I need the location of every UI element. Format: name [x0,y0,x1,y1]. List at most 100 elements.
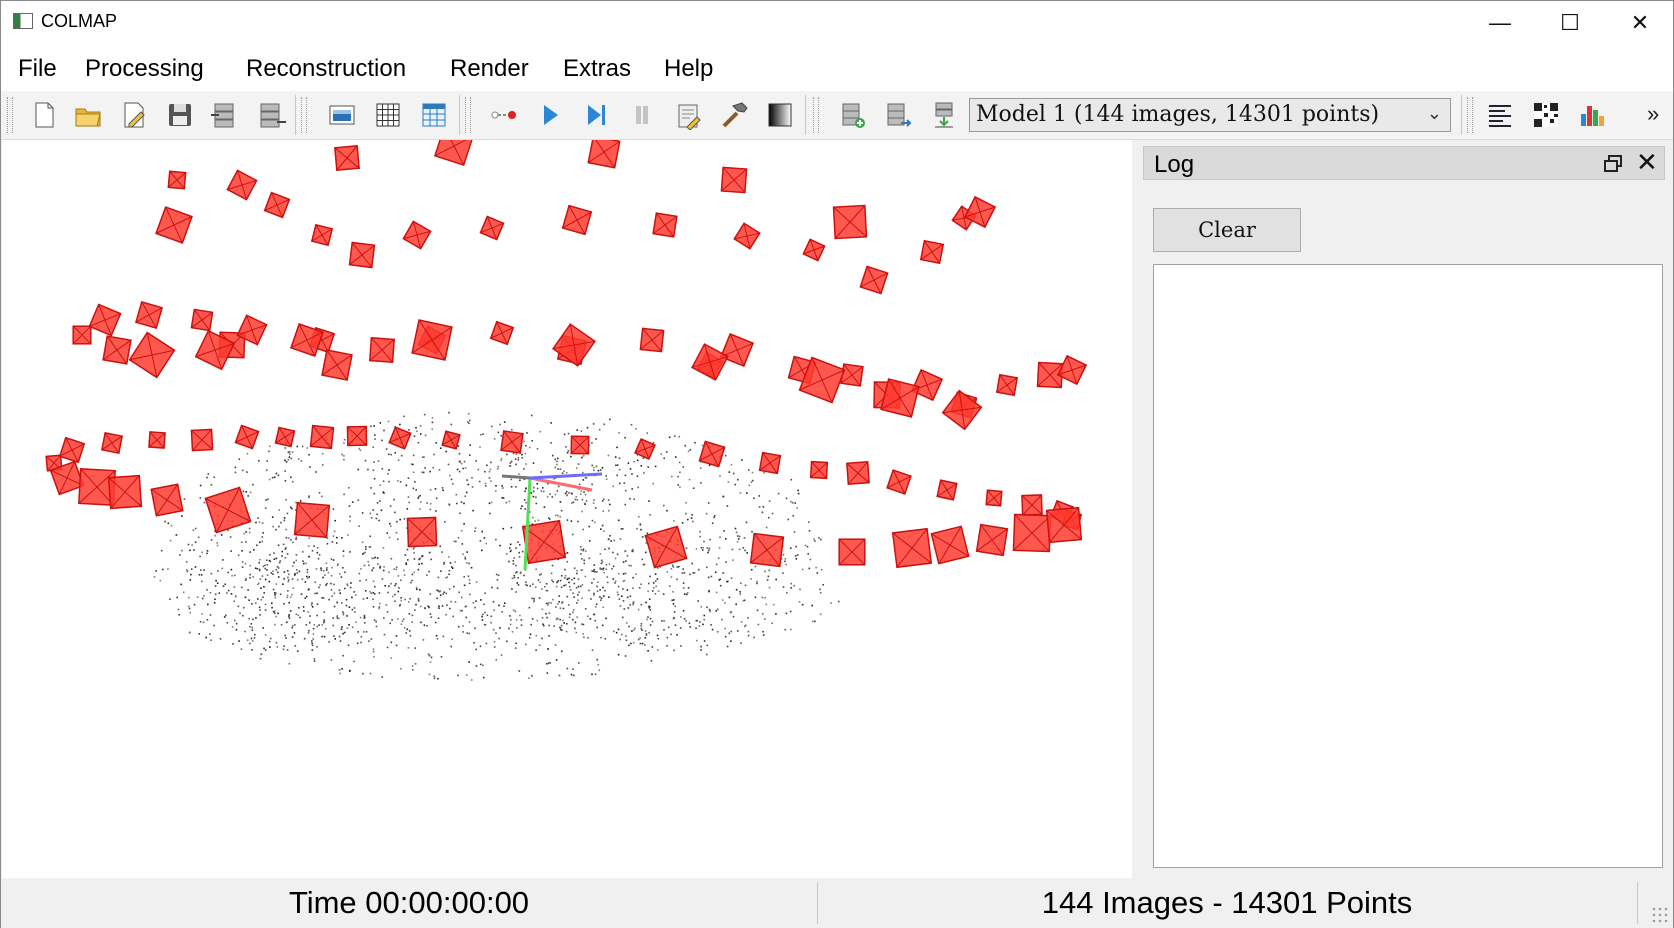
point [632,548,634,551]
menu-help[interactable]: Help [658,53,719,85]
model-stats-icon[interactable] [1575,99,1609,131]
toolbar-grip[interactable] [301,97,307,133]
title-bar[interactable]: COLMAP — ☐ ✕ [1,1,1673,45]
toolbar-grip[interactable] [813,97,819,133]
point [730,611,733,613]
toolbar-overflow-button[interactable]: » [1647,101,1659,127]
point [363,631,365,633]
point [738,535,741,538]
model-selector[interactable]: Model 1 (144 images, 14301 points) ⌄ [969,98,1451,132]
point [808,530,811,532]
point [371,568,373,571]
menu-reconstruction[interactable]: Reconstruction [240,53,412,85]
maximize-button[interactable]: ☐ [1535,1,1605,45]
point [214,593,217,596]
float-dock-icon[interactable] [1602,153,1624,175]
menu-file[interactable]: File [12,53,63,85]
save-project-icon[interactable] [163,99,197,131]
pause-reconstruction-icon[interactable] [625,99,659,131]
edit-project-icon[interactable] [117,99,151,131]
export-model-icon[interactable] [255,99,289,131]
menu-processing[interactable]: Processing [79,53,210,85]
point [547,648,549,650]
database-management-icon[interactable] [417,99,451,131]
point [465,616,468,619]
show-log-icon[interactable] [1483,99,1517,131]
close-dock-icon[interactable]: ✕ [1636,147,1658,178]
resize-grip[interactable] [1651,906,1669,924]
point [240,586,243,589]
reconstruction-options-icon[interactable] [671,99,705,131]
menu-render[interactable]: Render [444,53,535,85]
log-text-area[interactable] [1153,264,1663,868]
feature-extraction-icon[interactable] [325,99,359,131]
bundle-adjustment-icon[interactable] [717,99,751,131]
menu-extras[interactable]: Extras [557,53,637,85]
camera-frustum [150,483,184,517]
point [572,668,574,670]
start-reconstruction-icon[interactable] [533,99,567,131]
open-project-icon[interactable] [71,99,105,131]
import-model-icon[interactable] [207,99,241,131]
point [241,566,244,568]
point [439,594,442,597]
match-matrix-icon[interactable] [1529,99,1563,131]
point [757,623,760,626]
point [345,598,348,601]
point [762,634,765,636]
point [413,571,415,574]
point [595,603,598,605]
point [534,520,536,522]
point [255,602,257,604]
point [253,637,256,639]
point [608,596,610,598]
point [388,469,390,471]
point [502,487,504,489]
toolbar-grip[interactable] [465,97,471,133]
point [411,579,413,582]
point [515,642,517,644]
new-project-icon[interactable] [27,99,61,131]
render-toggle-icon[interactable] [927,99,961,131]
point [470,566,473,569]
point [387,473,389,475]
point [472,601,475,604]
point [510,478,513,481]
step-reconstruction-icon[interactable] [579,99,613,131]
reconstruction-scene[interactable] [2,140,1132,878]
point [588,589,590,592]
point [503,605,505,607]
point [618,457,621,459]
point [187,543,190,546]
grab-image-icon[interactable] [835,99,869,131]
point [332,559,335,561]
point [372,650,375,653]
point [388,585,390,588]
point [284,470,286,472]
toolbar-grip[interactable] [1467,97,1473,133]
minimize-button[interactable]: — [1465,1,1535,45]
point [453,540,455,543]
point [548,517,550,519]
point [259,558,261,561]
point [312,633,315,635]
model-viewer[interactable] [2,140,1132,878]
point [716,631,719,633]
dense-reconstruction-icon[interactable] [763,99,797,131]
automatic-reconstruction-icon[interactable] [487,99,521,131]
point [188,607,191,610]
point [737,478,739,481]
camera-frustum [995,373,1019,397]
point [297,614,299,616]
point [424,467,426,469]
feature-matching-icon[interactable] [371,99,405,131]
grab-movie-icon[interactable] [881,99,915,131]
point [666,636,669,639]
close-button[interactable]: ✕ [1605,1,1674,45]
toolbar-grip[interactable] [7,97,13,133]
point [509,543,512,546]
log-dock-header[interactable]: Log ✕ [1143,146,1665,180]
point [586,615,589,618]
clear-log-button[interactable]: Clear [1153,208,1301,252]
point [572,611,574,614]
